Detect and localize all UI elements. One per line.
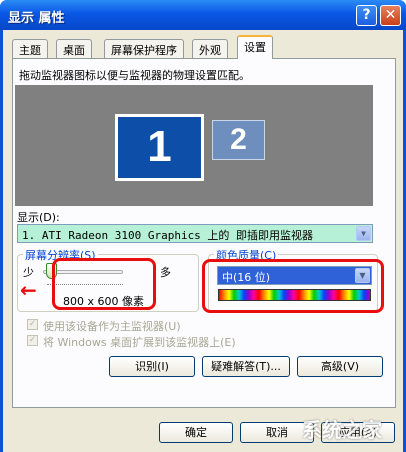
window-title: 显示 属性 [8, 11, 65, 26]
help-button[interactable]: ? [356, 5, 377, 26]
watermark-logo: 系统之家 [272, 400, 404, 450]
monitor-2-icon[interactable]: 2 [212, 120, 265, 160]
display-label: 显示(D): [17, 211, 60, 224]
monitor-arrangement-area: 1 2 [15, 85, 373, 206]
display-dropdown-value: 1. ATI Radeon 3100 Graphics 上的 即插即用监视器 [22, 229, 314, 242]
troubleshoot-button[interactable]: 疑难解答(T)... [202, 356, 290, 377]
annotation-box-color-quality [202, 259, 384, 313]
display-properties-window: 显示 属性 ? ✕ 主题 桌面 屏幕保护程序 外观 设置 拖动监视器图标以便与监… [0, 0, 406, 452]
dialog-client-area: 主题 桌面 屏幕保护程序 外观 设置 拖动监视器图标以便与监视器的物理设置匹配。… [3, 30, 403, 452]
primary-monitor-label: 使用该设备作为主监视器(U) [43, 320, 181, 333]
annotation-box-resolution [52, 258, 156, 310]
resolution-more-label: 多 [160, 266, 171, 279]
close-icon: ✕ [384, 7, 397, 23]
help-icon: ? [362, 7, 371, 23]
tab-screensaver[interactable]: 屏幕保护程序 [104, 39, 184, 58]
identify-button[interactable]: 识别(I) [109, 356, 195, 377]
tab-appearance[interactable]: 外观 [192, 39, 228, 58]
display-dropdown[interactable]: 1. ATI Radeon 3100 Graphics 上的 即插即用监视器 ▼ [17, 224, 373, 243]
tab-themes[interactable]: 主题 [12, 39, 48, 58]
title-bar[interactable]: 显示 属性 ? ✕ [0, 0, 406, 30]
annotation-arrow-left-icon: ← [20, 278, 37, 302]
close-button[interactable]: ✕ [380, 5, 401, 26]
ok-button[interactable]: 确定 [159, 422, 233, 443]
tab-desktop[interactable]: 桌面 [56, 39, 92, 58]
advanced-button[interactable]: 高级(V) [297, 356, 383, 377]
monitor-instruction: 拖动监视器图标以便与监视器的物理设置匹配。 [19, 69, 250, 82]
chevron-down-icon[interactable]: ▼ [356, 226, 371, 241]
watermark-text: 系统之家 [302, 418, 382, 442]
monitor-1-icon[interactable]: 1 [115, 114, 204, 181]
tab-settings[interactable]: 设置 [237, 35, 273, 59]
extend-desktop-checkbox[interactable]: ✓ [27, 335, 38, 346]
primary-monitor-checkbox[interactable]: ✓ [27, 319, 38, 330]
extend-desktop-label: 将 Windows 桌面扩展到该监视器上(E) [43, 336, 236, 349]
